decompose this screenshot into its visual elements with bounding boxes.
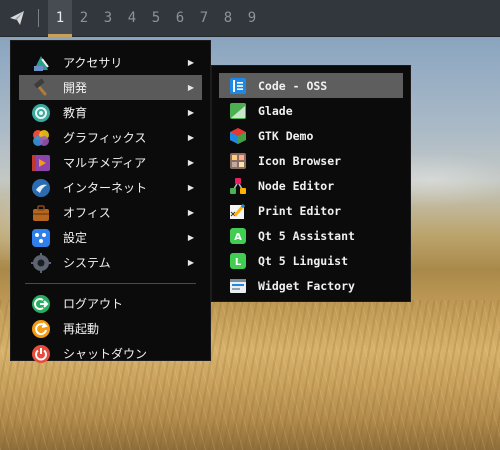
menu-item-settings[interactable]: 設定 ▶ [19,225,202,250]
reboot-icon [31,319,51,339]
menu-item-label: システム [63,256,111,270]
submenu-item-gtk-demo[interactable]: GTK Demo [219,123,403,148]
education-icon [31,103,51,123]
accessories-icon [31,53,51,73]
top-panel: 1 2 3 4 5 6 7 8 9 [0,0,500,37]
panel-separator [38,9,39,27]
submenu-arrow-icon: ▶ [187,58,194,67]
workspace-5-button[interactable]: 5 [144,0,168,37]
submenu-item-qt5-linguist[interactable]: L Qt 5 Linguist [219,248,403,273]
submenu-arrow-icon: ▶ [187,258,194,267]
menu-item-reboot[interactable]: 再起動 [19,316,202,341]
menu-item-education[interactable]: 教育 ▶ [19,100,202,125]
submenu-arrow-icon: ▶ [187,233,194,242]
menu-item-office[interactable]: オフィス ▶ [19,200,202,225]
menu-item-internet[interactable]: インターネット ▶ [19,175,202,200]
submenu-item-label: Qt 5 Assistant [258,228,355,243]
system-icon [31,252,51,273]
menu-item-label: ログアウト [63,297,124,311]
menu-divider [25,283,196,284]
submenu-arrow-icon: ▶ [187,133,194,142]
workspace-1-button[interactable]: 1 [48,0,72,37]
submenu-item-label: Widget Factory [258,278,355,293]
code-oss-icon [229,77,247,95]
menu-item-label: アクセサリ [63,56,123,70]
submenu-item-label: GTK Demo [258,128,314,143]
submenu-item-qt5-assistant[interactable]: A Qt 5 Assistant [219,223,403,248]
submenu-item-glade[interactable]: Glade [219,98,403,123]
menu-item-label: 再起動 [63,322,100,336]
internet-icon [31,178,51,198]
submenu-item-label: Code - OSS [258,78,328,93]
settings-icon [31,228,51,248]
submenu-item-print-editor[interactable]: Print Editor [219,198,403,223]
menu-item-development[interactable]: 開発 ▶ [19,75,202,100]
submenu-item-label: Icon Browser [258,153,342,168]
workspace-6-button[interactable]: 6 [168,0,192,37]
application-menu: アクセサリ ▶ 開発 ▶ 教育 ▶ グラフィックス ▶ マルチメディア ▶ イン… [10,40,211,363]
submenu-arrow-icon: ▶ [187,158,194,167]
submenu-item-widget-factory[interactable]: Widget Factory [219,273,403,298]
submenu-item-icon-browser[interactable]: Icon Browser [219,148,403,173]
hammer-icon [31,78,51,98]
gtk-demo-icon [229,127,247,145]
workspace-7-button[interactable]: 7 [192,0,216,37]
submenu-item-node-editor[interactable]: Node Editor [219,173,403,198]
workspace-4-button[interactable]: 4 [120,0,144,37]
menu-item-label: 設定 [63,231,88,245]
submenu-arrow-icon: ▶ [187,108,194,117]
submenu-item-label: Qt 5 Linguist [258,253,349,268]
menu-item-label: 教育 [63,106,88,120]
svg-text:A: A [234,232,242,243]
qt-linguist-icon: L [229,252,247,270]
shutdown-icon [31,344,51,364]
submenu-arrow-icon: ▶ [187,183,194,192]
menu-item-accessories[interactable]: アクセサリ ▶ [19,50,202,75]
print-editor-icon [229,202,247,220]
graphics-icon [31,128,51,148]
menu-item-label: グラフィックス [63,131,147,145]
workspace-2-button[interactable]: 2 [72,0,96,37]
submenu-item-code-oss[interactable]: Code - OSS [219,73,403,98]
svg-text:L: L [235,257,242,268]
node-editor-icon [229,177,247,195]
submenu-item-label: Node Editor [258,178,335,193]
menu-item-label: オフィス [63,206,111,220]
menu-item-label: マルチメディア [63,156,147,170]
glade-icon [229,102,247,120]
menu-item-system[interactable]: システム ▶ [19,250,202,275]
submenu-item-label: Print Editor [258,203,342,218]
submenu-arrow-icon: ▶ [187,208,194,217]
submenu-arrow-icon: ▶ [187,83,194,92]
menu-item-graphics[interactable]: グラフィックス ▶ [19,125,202,150]
menu-item-label: シャットダウン [63,347,148,361]
menu-item-shutdown[interactable]: シャットダウン [19,341,202,366]
multimedia-icon [31,153,51,173]
development-submenu: Code - OSS Glade GTK Demo Icon Browser N… [211,65,411,302]
menu-launcher-button[interactable] [0,0,34,37]
paper-plane-icon [10,11,24,25]
office-icon [31,203,51,223]
icon-browser-icon [229,152,247,170]
workspace-9-button[interactable]: 9 [240,0,264,37]
widget-factory-icon [229,277,247,295]
menu-item-label: インターネット [63,181,148,195]
menu-item-label: 開発 [63,81,88,95]
logout-icon [31,294,51,314]
menu-item-multimedia[interactable]: マルチメディア ▶ [19,150,202,175]
submenu-item-label: Glade [258,103,293,118]
qt-assistant-icon: A [229,227,247,245]
workspace-8-button[interactable]: 8 [216,0,240,37]
menu-item-logout[interactable]: ログアウト [19,291,202,316]
workspace-3-button[interactable]: 3 [96,0,120,37]
